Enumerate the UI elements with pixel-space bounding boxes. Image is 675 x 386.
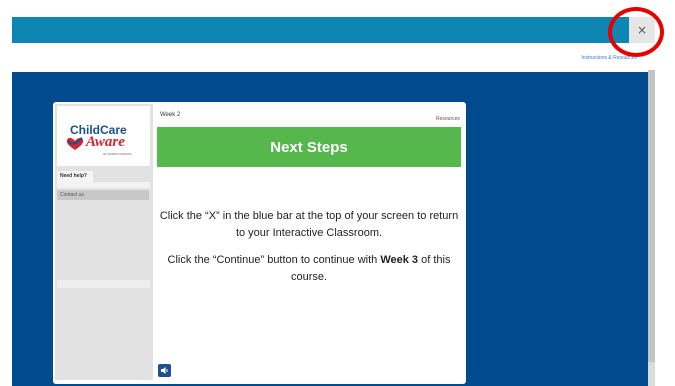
resources-link[interactable]: Resources bbox=[436, 116, 460, 122]
sidebar-divider bbox=[57, 280, 150, 288]
paragraph-2-text: Click the “Continue” button to continue … bbox=[167, 254, 381, 266]
top-bar bbox=[12, 17, 629, 43]
sidebar-item-contact-us[interactable]: Contact us bbox=[57, 190, 149, 200]
need-help-tab[interactable]: Need help? bbox=[57, 171, 93, 182]
scrollbar-thumb[interactable] bbox=[648, 70, 655, 362]
week-3-bold: Week 3 bbox=[380, 254, 419, 266]
slide-title: Next Steps bbox=[157, 127, 461, 167]
heart-logo-icon bbox=[66, 137, 84, 150]
instructions-resources-link[interactable]: Instructions & Resources bbox=[581, 55, 637, 61]
annotation-circle bbox=[608, 7, 664, 57]
instruction-paragraph-1: Click the “X” in the blue bar at the top… bbox=[159, 210, 459, 239]
speaker-icon bbox=[161, 367, 168, 374]
instruction-paragraph-2: Click the “Continue” button to continue … bbox=[157, 252, 461, 286]
help-panel bbox=[57, 182, 150, 188]
week-label: Week 2 bbox=[160, 112, 181, 118]
logo-subtext: OF NORTH DAKOTA bbox=[103, 152, 132, 156]
audio-button[interactable] bbox=[158, 364, 171, 377]
slide-content: Click the “X” in the blue bar at the top… bbox=[157, 208, 461, 286]
logo-text-aware: Aware bbox=[86, 134, 125, 150]
